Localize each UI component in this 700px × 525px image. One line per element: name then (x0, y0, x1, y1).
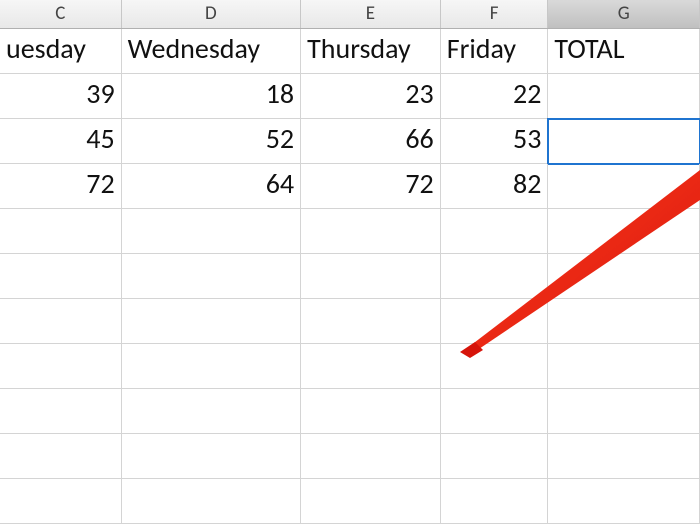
cell[interactable] (548, 164, 700, 209)
table-row: 45 52 66 53 (0, 119, 700, 164)
cell[interactable] (0, 434, 122, 479)
cell[interactable] (122, 479, 301, 524)
cell[interactable]: 45 (0, 119, 122, 164)
cell[interactable] (548, 434, 700, 479)
cell[interactable]: 66 (301, 119, 441, 164)
table-row: uesday Wednesday Thursday Friday TOTAL (0, 29, 700, 74)
cell[interactable]: 22 (441, 74, 549, 119)
cell[interactable] (441, 299, 549, 344)
column-header-row: C D E F G (0, 0, 700, 29)
cell[interactable] (122, 299, 301, 344)
cell[interactable] (441, 434, 549, 479)
col-header-e[interactable]: E (301, 0, 441, 28)
cell[interactable] (301, 254, 441, 299)
cell[interactable]: 82 (441, 164, 549, 209)
cell[interactable] (0, 299, 122, 344)
cell[interactable] (301, 344, 441, 389)
cell[interactable]: 52 (122, 119, 301, 164)
cell-g-header[interactable]: TOTAL (548, 29, 700, 74)
cell[interactable] (301, 209, 441, 254)
spreadsheet-viewport: C D E F G uesday Wednesday Thursday Frid… (0, 0, 700, 525)
table-row (0, 434, 700, 479)
table-row: 72 64 72 82 (0, 164, 700, 209)
cell[interactable] (441, 479, 549, 524)
cell[interactable] (122, 344, 301, 389)
cell-e-header[interactable]: Thursday (301, 29, 441, 74)
cell[interactable] (548, 344, 700, 389)
table-row (0, 209, 700, 254)
col-header-d[interactable]: D (122, 0, 301, 28)
cell[interactable]: 64 (122, 164, 301, 209)
col-header-c[interactable]: C (0, 0, 122, 28)
cell[interactable] (441, 209, 549, 254)
cell[interactable] (301, 299, 441, 344)
table-row (0, 254, 700, 299)
table-row (0, 344, 700, 389)
table-row (0, 299, 700, 344)
cell[interactable] (548, 299, 700, 344)
cell[interactable] (301, 389, 441, 434)
active-cell[interactable] (548, 119, 700, 164)
cell-c-header[interactable]: uesday (0, 29, 122, 74)
cell[interactable] (122, 389, 301, 434)
cell[interactable] (548, 209, 700, 254)
cell[interactable] (548, 479, 700, 524)
cell[interactable] (0, 344, 122, 389)
cell[interactable] (548, 254, 700, 299)
cell-f-header[interactable]: Friday (441, 29, 549, 74)
cell[interactable] (548, 74, 700, 119)
cell[interactable] (0, 209, 122, 254)
cell[interactable] (441, 254, 549, 299)
cell[interactable] (0, 389, 122, 434)
cell[interactable]: 39 (0, 74, 122, 119)
cell[interactable] (441, 344, 549, 389)
table-row (0, 479, 700, 524)
cell[interactable] (0, 479, 122, 524)
cell[interactable]: 53 (441, 119, 549, 164)
cell[interactable]: 18 (122, 74, 301, 119)
cell[interactable]: 72 (301, 164, 441, 209)
col-header-f[interactable]: F (441, 0, 549, 28)
cell-d-header[interactable]: Wednesday (122, 29, 301, 74)
cell[interactable] (441, 389, 549, 434)
table-row: 39 18 23 22 (0, 74, 700, 119)
cell[interactable] (122, 254, 301, 299)
grid-body: uesday Wednesday Thursday Friday TOTAL 3… (0, 29, 700, 525)
cell[interactable] (122, 434, 301, 479)
cell[interactable] (301, 434, 441, 479)
cell[interactable] (301, 479, 441, 524)
col-header-g[interactable]: G (548, 0, 700, 28)
cell[interactable] (0, 254, 122, 299)
cell[interactable]: 23 (301, 74, 441, 119)
cell[interactable] (122, 209, 301, 254)
cell[interactable] (548, 389, 700, 434)
table-row (0, 389, 700, 434)
cell[interactable]: 72 (0, 164, 122, 209)
